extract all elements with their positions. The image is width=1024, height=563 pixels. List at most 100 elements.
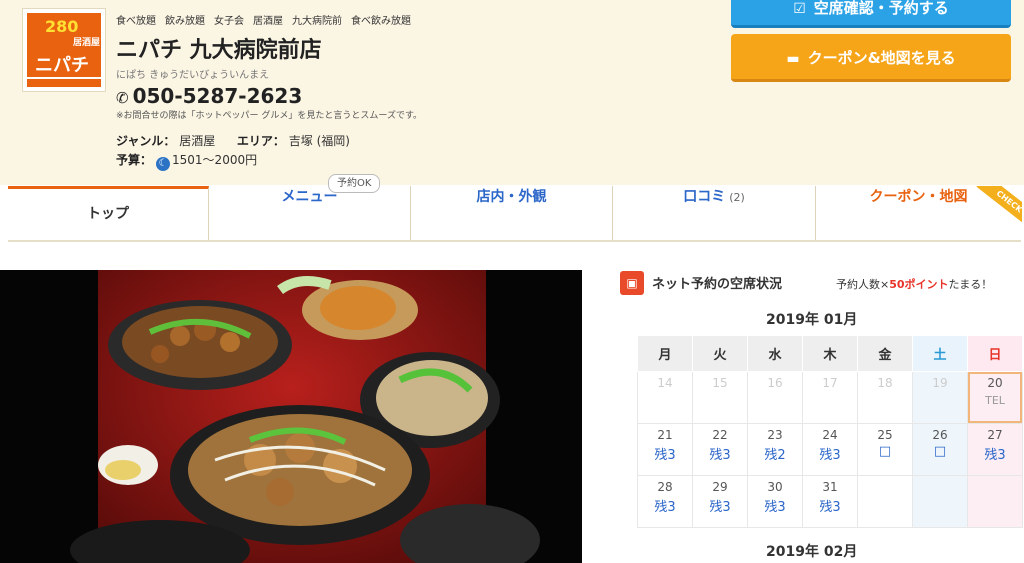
tab-bar: トップ メニュー 店内・外観 口コミ (2) クーポン・地図: [8, 186, 1021, 242]
day-number: 15: [712, 376, 728, 390]
day-number: 18: [877, 376, 893, 390]
food-photo[interactable]: [0, 270, 582, 563]
budget-label: 予算：: [116, 153, 153, 167]
tab-interior[interactable]: 店内・外観: [411, 186, 613, 240]
weekday-tue: 火: [692, 335, 748, 372]
availability-status: 残3: [654, 448, 676, 463]
calendar-day-cell: 14: [637, 371, 693, 424]
logo-number: 280: [45, 17, 79, 36]
calendar-month: 2019年 01月: [766, 312, 858, 328]
calendar-day-cell[interactable]: 28 残3: [637, 475, 693, 528]
phone-note: ※お問合せの際は「ホットペッパー グルメ」を見たと言うとスムーズです。: [116, 111, 423, 121]
calendar-day-cell[interactable]: 20 TEL: [967, 371, 1023, 424]
shop-header: 280 居酒屋 ニパチ 食べ放題 飲み放題 女子会 居酒屋 九大病院前 食べ飲み放題 ニパ…: [0, 0, 1024, 185]
calendar-day-cell[interactable]: 22 残3: [692, 423, 748, 476]
shop-logo: 280 居酒屋 ニパチ: [22, 8, 106, 92]
area-value: 吉塚 (福岡): [288, 134, 350, 148]
calendar-day-cell[interactable]: 24 残3: [802, 423, 858, 476]
availability-status: 残3: [819, 448, 841, 463]
logo-sub: 居酒屋: [73, 38, 101, 48]
calendar-week: 21 残3 22 残3 23 残2 24 残3 25 □ 26 □ 27 残3: [637, 423, 1023, 476]
tab-top[interactable]: トップ: [8, 186, 209, 240]
availability-status: 残2: [764, 448, 786, 463]
weekday-thu: 木: [802, 335, 858, 372]
calendar-day-cell: 19: [912, 371, 968, 424]
day-number: 31: [822, 480, 838, 494]
availability-status: □: [933, 444, 947, 459]
calendar-day-cell[interactable]: 27 残3: [967, 423, 1023, 476]
calendar-day-cell[interactable]: 29 残3: [692, 475, 748, 528]
weekday-sun: 日: [967, 335, 1023, 372]
phone-icon: ✆: [116, 89, 129, 107]
day-number: 24: [822, 428, 838, 442]
shop-name: ニパチ 九大病院前店: [116, 38, 322, 63]
day-number: 29: [712, 480, 728, 494]
weekday-mon: 月: [637, 335, 693, 372]
day-number: 20: [987, 376, 1003, 390]
availability-status: 残3: [654, 500, 676, 515]
genre-area-row: ジャンル： 居酒屋 エリア： 吉塚 (福岡): [116, 132, 350, 149]
calendar-day-cell[interactable]: 30 残3: [747, 475, 803, 528]
day-number: 17: [822, 376, 838, 390]
reserve-ok-badge: 予約OK: [328, 174, 381, 193]
day-number: 25: [877, 428, 893, 442]
calendar-next-month: 2019年 02月: [766, 544, 858, 560]
phone-number[interactable]: ✆ 050-5287-2623: [116, 84, 302, 108]
weekday-sat: 土: [912, 335, 968, 372]
calendar-day-cell[interactable]: 26 □: [912, 423, 968, 476]
weekday-fri: 金: [857, 335, 913, 372]
tag: 女子会: [214, 16, 244, 27]
budget-value: 1501～2000円: [172, 153, 258, 167]
tag: 居酒屋: [253, 16, 283, 27]
calendar-day-cell[interactable]: 21 残3: [637, 423, 693, 476]
day-number: 14: [657, 376, 673, 390]
calendar-day-cell: 15: [692, 371, 748, 424]
day-number: 21: [657, 428, 673, 442]
day-number: 16: [767, 376, 783, 390]
tag: 食べ放題: [116, 16, 156, 27]
availability-status: 残3: [709, 500, 731, 515]
food-photo-art: [0, 270, 582, 563]
calendar-day-cell: 18: [857, 371, 913, 424]
calendar-check-icon: ☑: [793, 1, 806, 17]
calendar-body: 14 15 16 17 18 19 20 TEL 21 残3 22 残3 23 残2 24 残3 25 □ 26 □ 2…: [637, 371, 1023, 528]
availability-status: 残3: [764, 500, 786, 515]
calendar-day-cell: [967, 475, 1023, 528]
calendar-day-cell[interactable]: 23 残2: [747, 423, 803, 476]
logo-name: ニパチ: [35, 55, 89, 76]
availability-status: 残3: [819, 500, 841, 515]
tag: 食べ飲み放題: [351, 16, 411, 27]
availability-status: □: [878, 444, 892, 459]
weekday-wed: 水: [747, 335, 803, 372]
calendar-title: ネット予約の空席状況: [652, 277, 783, 292]
calendar-day-cell: 16: [747, 371, 803, 424]
calendar-day-cell[interactable]: 31 残3: [802, 475, 858, 528]
genre-value: 居酒屋: [179, 134, 216, 148]
moon-icon: ☾: [156, 157, 171, 171]
availability-status: 残3: [984, 448, 1006, 463]
tab-reviews[interactable]: 口コミ (2): [613, 186, 816, 240]
day-number: 26: [932, 428, 948, 442]
coupon-map-button[interactable]: ▬ クーポン&地図を見る: [731, 34, 1011, 82]
tel-status: TEL: [985, 394, 1005, 407]
day-number: 28: [657, 480, 673, 494]
day-number: 19: [932, 376, 948, 390]
calendar-day-cell: 17: [802, 371, 858, 424]
calendar-week: 14 15 16 17 18 19 20 TEL: [637, 371, 1023, 424]
calendar-day-cell: [912, 475, 968, 528]
availability-status: 残3: [709, 448, 731, 463]
review-count: (2): [729, 191, 745, 204]
tag-list: 食べ放題 飲み放題 女子会 居酒屋 九大病院前 食べ飲み放題: [116, 12, 420, 27]
calendar-day-cell[interactable]: 25 □: [857, 423, 913, 476]
area-label: エリア：: [236, 134, 285, 148]
point-notice: 予約人数×50ポイントたまる！: [836, 278, 993, 291]
reserve-button[interactable]: ☑ 空席確認・予約する: [731, 0, 1011, 28]
tab-menu[interactable]: メニュー: [209, 186, 411, 240]
day-number: 30: [767, 480, 783, 494]
ticket-icon: ▬: [786, 51, 800, 67]
day-number: 22: [712, 428, 728, 442]
calendar-day-cell: [857, 475, 913, 528]
calendar-icon: ▣: [620, 271, 644, 295]
tag: 飲み放題: [165, 16, 205, 27]
calendar-week: 28 残3 29 残3 30 残3 31 残3: [637, 475, 1023, 528]
